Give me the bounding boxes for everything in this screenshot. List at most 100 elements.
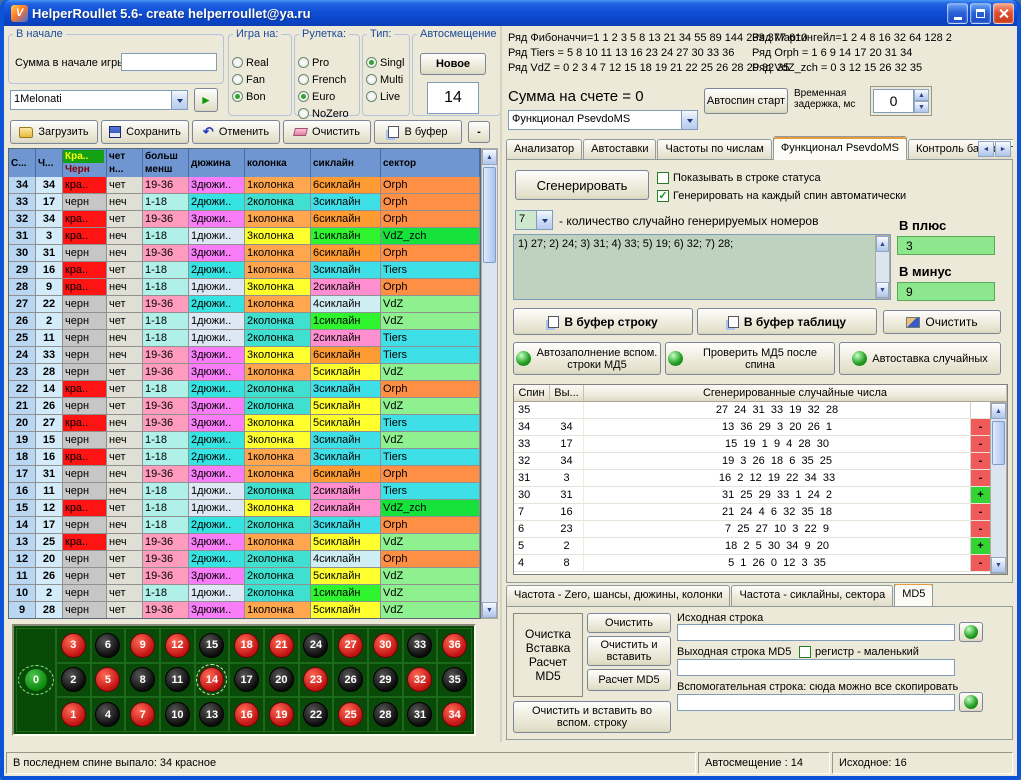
radio-option-Singl[interactable]: Singl [366,54,408,71]
scrollbar-track[interactable] [876,252,889,282]
generated-row[interactable]: 303131 25 29 33 1 24 2+ [514,487,990,504]
history-row[interactable]: 1126чернчет19-363дюжи..2колонка5сиклайнV… [9,568,480,585]
tab-MD5[interactable]: MD5 [894,584,933,606]
scrollbar-track[interactable] [991,419,1006,557]
save-button[interactable]: Сохранить [101,120,189,144]
history-row[interactable]: 2722чернчет19-362дюжи..1колонка4сиклайнV… [9,296,480,313]
generated-row[interactable]: 485 1 26 0 12 3 35- [514,555,990,572]
generate-button[interactable]: Сгенерировать [515,170,649,200]
board-number-23[interactable]: 23 [299,663,334,698]
tab-Частота - сиклайны, сектора[interactable]: Частота - сиклайны, сектора [731,585,893,606]
board-number-8[interactable]: 8 [125,663,160,698]
radio-option-Pro[interactable]: Pro [298,54,358,71]
board-number-2[interactable]: 2 [56,663,91,698]
scroll-down-button[interactable]: ▼ [482,602,497,618]
board-number-10[interactable]: 10 [160,697,195,732]
history-row[interactable]: 262чернчет1-181дюжи..2колонка1сиклайнVdZ [9,313,480,330]
board-number-31[interactable]: 31 [403,697,438,732]
board-number-1[interactable]: 1 [56,697,91,732]
radio-option-Euro[interactable]: Euro [298,88,358,105]
history-header-col6[interactable]: колонка [245,149,311,177]
delay-value[interactable]: 0 [873,89,914,113]
textarea-scrollbar[interactable]: ▲ ▼ [875,235,890,299]
history-header-col8[interactable]: сектор [381,149,480,177]
dropdown-arrow-icon[interactable] [171,91,187,109]
clear-button[interactable]: Очистить [283,120,371,144]
board-number-35[interactable]: 35 [437,663,472,698]
minimize-button[interactable] [947,3,968,24]
history-header-col5[interactable]: дюжина [189,149,245,177]
history-scrollbar[interactable]: ▲ ▼ [481,148,498,619]
radio-option-Bon[interactable]: Bon [232,88,290,105]
generated-row[interactable]: 5218 2 5 30 34 9 20+ [514,538,990,555]
undo-button[interactable]: ↶ Отменить [192,120,280,144]
register-checkbox[interactable]: регистр - маленький [799,644,919,660]
generated-row[interactable]: 331715 19 1 9 4 28 30- [514,436,990,453]
aux-paste-button[interactable] [959,692,983,712]
history-row[interactable]: 1816кра..чет1-182дюжи..1колонка3сиклайнT… [9,449,480,466]
tab-scroll-right-button[interactable]: ► [995,141,1011,157]
generated-table-scrollbar[interactable]: ▲ ▼ [990,402,1007,574]
board-number-0[interactable]: 0 [16,628,56,732]
board-number-24[interactable]: 24 [299,628,334,663]
scroll-up-button[interactable]: ▲ [482,149,497,165]
maximize-button[interactable] [970,3,991,24]
history-row[interactable]: 2126чернчет19-363дюжи..2колонка5сиклайнV… [9,398,480,415]
history-header-col7[interactable]: сиклайн [311,149,381,177]
title-bar[interactable]: V HelperRoullet 5.6- create helperroulle… [4,0,1017,26]
scroll-down-button[interactable]: ▼ [991,557,1006,573]
board-number-15[interactable]: 15 [195,628,230,663]
generated-row[interactable]: 31316 2 12 19 22 34 33- [514,470,990,487]
history-row[interactable]: 2027кра..неч19-363дюжи..3колонка5сиклайн… [9,415,480,432]
board-number-13[interactable]: 13 [195,697,230,732]
board-number-21[interactable]: 21 [264,628,299,663]
close-button[interactable] [993,3,1014,24]
scrollbar-thumb[interactable] [483,167,496,263]
history-row[interactable]: 3234кра..чет19-363дюжи..1колонка6сиклайн… [9,211,480,228]
preset-combobox[interactable]: 1Melonati [10,90,188,110]
history-row[interactable]: 1512кра..чет1-181дюжи..3колонка2сиклайнV… [9,500,480,517]
copy-row-button[interactable]: В буфер строку [513,308,693,335]
spin-down-button[interactable]: ▼ [914,101,929,113]
history-row[interactable]: 2328чернчет19-363дюжи..1колонка5сиклайнV… [9,364,480,381]
board-number-27[interactable]: 27 [333,628,368,663]
history-row[interactable]: 3317черннеч1-182дюжи..2колонка3сиклайнOr… [9,194,480,211]
history-row[interactable]: 1325кра..неч19-363дюжи..1колонка5сиклайн… [9,534,480,551]
source-paste-button[interactable] [959,622,983,642]
collapse-button[interactable]: - [468,121,490,143]
radio-option-French[interactable]: French [298,71,358,88]
board-number-19[interactable]: 19 [264,697,299,732]
board-number-18[interactable]: 18 [229,628,264,663]
mode-combobox[interactable]: Функционал PsevdoMS [508,110,698,130]
autospin-start-button[interactable]: Автоспин старт [704,88,788,114]
board-number-6[interactable]: 6 [91,628,126,663]
dropdown-arrow-icon[interactable] [536,211,552,229]
history-header-col0[interactable]: С... [9,149,36,177]
board-number-11[interactable]: 11 [160,663,195,698]
radio-option-Real[interactable]: Real [232,54,290,71]
play-button[interactable]: ► [194,88,218,112]
board-number-17[interactable]: 17 [229,663,264,698]
board-number-26[interactable]: 26 [333,663,368,698]
radio-option-Live[interactable]: Live [366,88,408,105]
spin-up-button[interactable]: ▲ [914,89,929,101]
tab-Анализатор[interactable]: Анализатор [506,139,582,160]
board-number-4[interactable]: 4 [91,697,126,732]
history-row[interactable]: 1915черннеч1-182дюжи..3колонка3сиклайнVd… [9,432,480,449]
board-number-7[interactable]: 7 [125,697,160,732]
board-number-29[interactable]: 29 [368,663,403,698]
gen-header-spin[interactable]: Спин [514,385,550,402]
history-row[interactable]: 2916кра..чет1-182дюжи..1колонка3сиклайнT… [9,262,480,279]
history-row[interactable]: 1417черннеч1-182дюжи..2колонка3сиклайнOr… [9,517,480,534]
tab-Функционал PsevdoMS[interactable]: Функционал PsevdoMS [773,136,907,160]
dropdown-arrow-icon[interactable] [681,111,697,129]
board-number-30[interactable]: 30 [368,628,403,663]
auto-generate-checkbox[interactable]: ✓ Генерировать на каждый спин автоматиче… [657,188,906,204]
show-status-checkbox[interactable]: Показывать в строке статуса [657,170,821,186]
generated-row[interactable]: 6237 25 27 10 3 22 9- [514,521,990,538]
new-button[interactable]: Новое [420,53,486,75]
count-combobox[interactable]: 7 [515,210,553,230]
clear-generated-button[interactable]: Очистить [883,310,1001,334]
board-number-25[interactable]: 25 [333,697,368,732]
board-number-32[interactable]: 32 [403,663,438,698]
